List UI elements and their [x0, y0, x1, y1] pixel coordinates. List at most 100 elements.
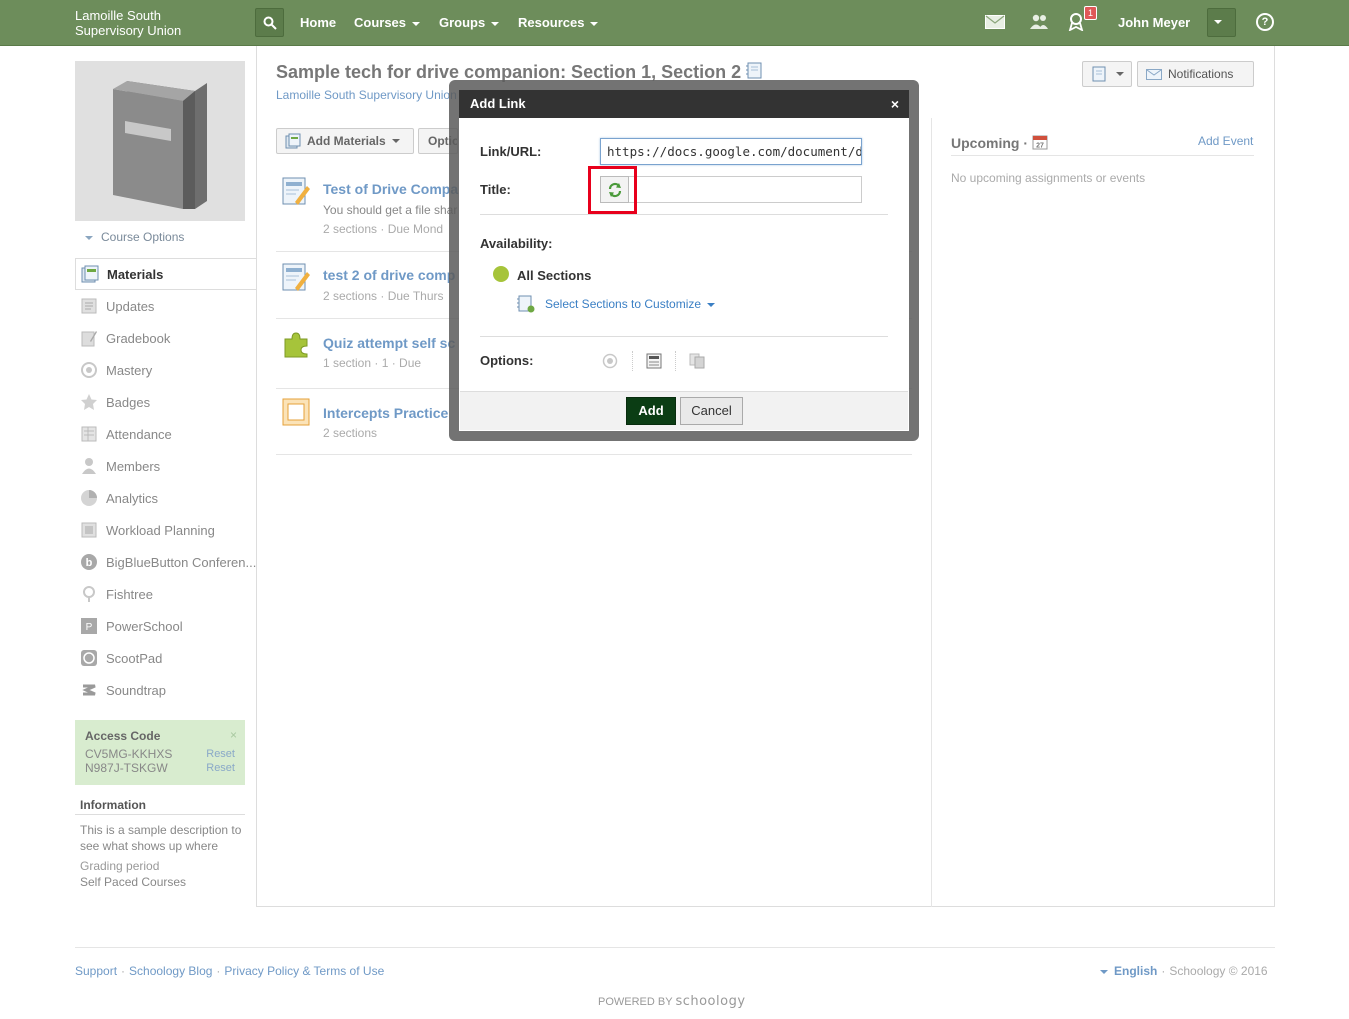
- sidebar-item-label: ScootPad: [106, 650, 163, 666]
- book-icon: [113, 81, 207, 209]
- add-materials-label: Add Materials: [307, 134, 386, 148]
- gradebook-icon: [81, 331, 97, 347]
- upcoming-column: [931, 118, 1274, 907]
- close-icon[interactable]: ×: [891, 90, 899, 118]
- notifications-button[interactable]: Notifications: [1137, 61, 1254, 87]
- nav-courses-label: Courses: [354, 15, 407, 30]
- view-toggle-button[interactable]: [1082, 61, 1132, 87]
- information-text: This is a sample description to see what…: [80, 822, 250, 890]
- dialog-divider: [480, 336, 888, 337]
- dialog-header: Add Link ×: [459, 90, 909, 118]
- nav-resources[interactable]: Resources: [518, 15, 599, 30]
- access-code-value: CV5MG-KKHXS: [85, 747, 173, 761]
- language-selector[interactable]: English: [1114, 964, 1157, 978]
- analytics-icon: [81, 490, 97, 506]
- powerschool-icon: P: [81, 618, 97, 634]
- sidebar-item-fishtree[interactable]: Fishtree: [75, 578, 256, 610]
- material-title[interactable]: Test of Drive Compa: [323, 181, 458, 197]
- separator: ·: [1161, 964, 1166, 978]
- access-code-row: N987J-TSKGW Reset: [85, 761, 235, 775]
- sidebar-item-label: Updates: [106, 298, 155, 314]
- reset-link[interactable]: Reset: [206, 747, 235, 761]
- connections-icon[interactable]: [1029, 14, 1049, 30]
- access-code-title: Access Code: [85, 729, 161, 743]
- material-meta: 1 section · 1 · Due: [323, 356, 422, 370]
- nav-groups[interactable]: Groups: [439, 15, 500, 30]
- messages-icon[interactable]: [985, 15, 1005, 29]
- close-icon[interactable]: ×: [230, 728, 237, 742]
- support-link[interactable]: Support: [75, 964, 117, 978]
- chevron-down-icon: [1100, 969, 1108, 974]
- material-title[interactable]: Quiz attempt self sc: [323, 335, 455, 351]
- scootpad-icon: [81, 650, 97, 666]
- sections-icon: [517, 295, 535, 313]
- sidebar-nav: Materials Updates Gradebook Mastery Badg…: [75, 258, 256, 706]
- course-options-menu[interactable]: Course Options: [85, 230, 184, 244]
- schoology-logo: schoology: [675, 994, 746, 1009]
- calendar-icon[interactable]: 27: [1032, 134, 1048, 150]
- help-icon[interactable]: ?: [1256, 13, 1274, 31]
- sidebar-item-analytics[interactable]: Analytics: [75, 482, 256, 514]
- material-title[interactable]: Intercepts Practice: [323, 405, 448, 421]
- select-sections-dropdown[interactable]: Select Sections to Customize: [545, 297, 716, 311]
- sidebar-item-members[interactable]: Members: [75, 450, 256, 482]
- breadcrumb-school-link[interactable]: Lamoille South Supervisory Union: [276, 88, 457, 102]
- add-event-link[interactable]: Add Event: [1198, 134, 1253, 148]
- nav-home[interactable]: Home: [300, 15, 336, 30]
- sidebar-item-materials[interactable]: Materials: [75, 258, 256, 290]
- sidebar-item-label: Members: [106, 458, 161, 474]
- sidebar-item-label: Badges: [106, 394, 151, 410]
- target-icon[interactable]: [602, 353, 618, 369]
- brand-logo[interactable]: Lamoille South Supervisory Union: [75, 8, 181, 38]
- sidebar-item-badges[interactable]: Badges: [75, 386, 256, 418]
- sidebar-item-label: Workload Planning: [106, 522, 215, 538]
- add-button[interactable]: Add: [626, 397, 676, 425]
- cancel-button[interactable]: Cancel: [680, 397, 743, 425]
- notebook-icon: [1092, 66, 1106, 82]
- add-materials-button[interactable]: Add Materials: [276, 128, 414, 154]
- calendar-day: 27: [1036, 143, 1044, 150]
- svg-text:b: b: [86, 557, 93, 569]
- link-url-input[interactable]: https://docs.google.com/document/d/: [600, 138, 862, 165]
- sidebar-item-soundtrap[interactable]: Soundtrap: [75, 674, 256, 706]
- chevron-down-icon: [1214, 20, 1222, 24]
- blog-link[interactable]: Schoology Blog: [129, 964, 212, 978]
- sidebar-item-scootpad[interactable]: ScootPad: [75, 642, 256, 674]
- puzzle-icon: [284, 332, 308, 358]
- sidebar-item-label: Mastery: [106, 362, 153, 378]
- sidebar-item-label: PowerSchool: [106, 618, 183, 634]
- sidebar-item-powerschool[interactable]: P PowerSchool: [75, 610, 256, 642]
- sidebar-item-updates[interactable]: Updates: [75, 290, 256, 322]
- privacy-link[interactable]: Privacy Policy & Terms of Use: [224, 964, 384, 978]
- user-menu-button[interactable]: [1207, 8, 1236, 37]
- notebook-icon[interactable]: [746, 62, 762, 79]
- title-input[interactable]: [600, 176, 862, 203]
- search-button[interactable]: [255, 8, 284, 37]
- nav-courses[interactable]: Courses: [354, 15, 421, 30]
- notifications-icon[interactable]: [1068, 13, 1084, 31]
- sidebar-item-bigbluebutton[interactable]: b BigBlueButton Conferen...: [75, 546, 256, 578]
- notification-count-badge: 1: [1084, 6, 1098, 20]
- course-options-label: Course Options: [101, 230, 185, 244]
- availability-label: Availability:: [480, 236, 553, 251]
- brand-line-2: Supervisory Union: [75, 23, 182, 38]
- grading-period-value: Self Paced Courses: [80, 875, 187, 889]
- svg-text:P: P: [86, 622, 93, 633]
- soundtrap-icon: [82, 684, 96, 696]
- sidebar-item-workload-planning[interactable]: Workload Planning: [75, 514, 256, 546]
- material-meta: 2 sections: [323, 426, 378, 440]
- assignment-icon: [282, 263, 310, 291]
- user-name[interactable]: John Meyer: [1118, 15, 1190, 30]
- fishtree-icon: [83, 586, 95, 602]
- material-title[interactable]: test 2 of drive comp: [323, 267, 455, 283]
- reset-link[interactable]: Reset: [206, 761, 235, 775]
- grading-scale-icon[interactable]: [646, 353, 662, 369]
- copy-icon[interactable]: [689, 353, 705, 369]
- powered-by: POWERED BY schoology: [598, 994, 746, 1009]
- access-code-row: CV5MG-KKHXS Reset: [85, 747, 235, 761]
- information-heading: Information: [80, 798, 146, 812]
- dialog-divider: [480, 214, 888, 215]
- sidebar-item-attendance[interactable]: Attendance: [75, 418, 256, 450]
- sidebar-item-mastery[interactable]: Mastery: [75, 354, 256, 386]
- sidebar-item-gradebook[interactable]: Gradebook: [75, 322, 256, 354]
